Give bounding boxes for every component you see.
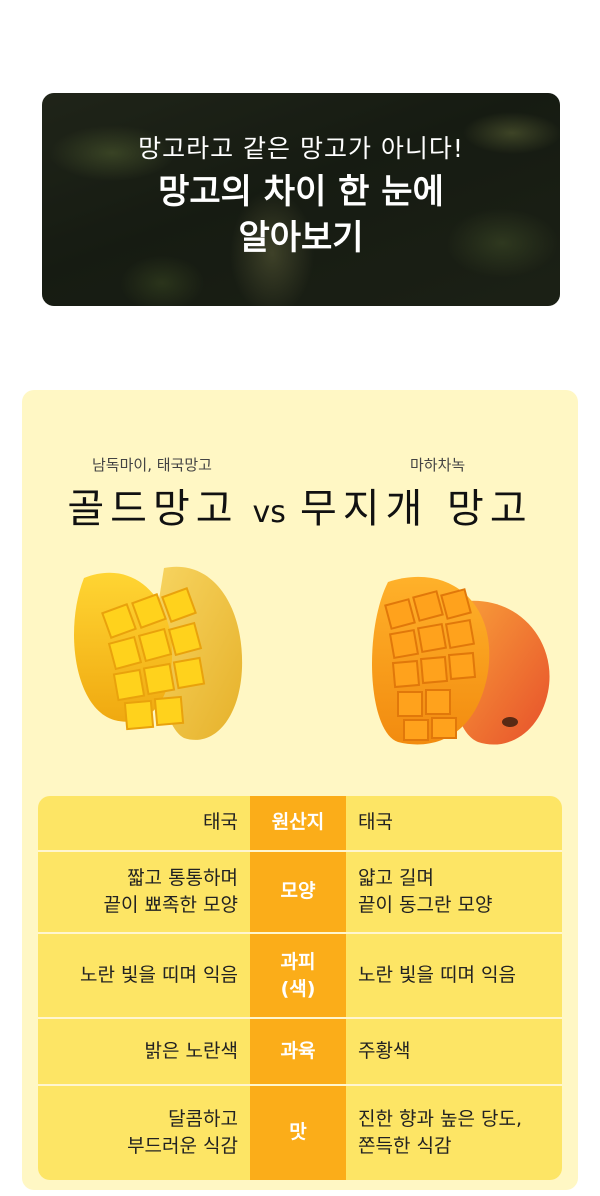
gold-shape: 짧고 통통하며 끝이 뾰족한 모양 bbox=[38, 850, 250, 934]
banner-subtitle: 망고라고 같은 망고가 아니다! bbox=[138, 134, 464, 163]
label-skin: 과피 (색) bbox=[250, 933, 346, 1019]
comparison-table: 태국 원산지 태국 짧고 통통하며 끝이 뾰족한 모양 모양 얇고 길며 끝이 … bbox=[38, 796, 562, 1180]
rainbow-mango-name: 무지개 망고 bbox=[299, 486, 533, 532]
row-taste: 달콤하고 부드러운 식감 맛 진한 향과 높은 당도, 쫀득한 식감 bbox=[38, 1084, 562, 1180]
label-taste: 맛 bbox=[250, 1084, 346, 1180]
gold-origin: 태국 bbox=[38, 796, 250, 851]
hero-banner: 망고라고 같은 망고가 아니다! 망고의 차이 한 눈에 알아보기 bbox=[42, 93, 560, 306]
rainbow-skin: 노란 빛을 띠며 익음 bbox=[346, 933, 562, 1019]
gold-taste: 달콤하고 부드러운 식감 bbox=[38, 1084, 250, 1180]
row-skin: 노란 빛을 띠며 익음 과피 (색) 노란 빛을 띠며 익음 bbox=[38, 933, 562, 1019]
mango-names: 골드망고 vs 무지개 망고 bbox=[22, 476, 578, 534]
rainbow-taste: 진한 향과 높은 당도, 쫀득한 식감 bbox=[346, 1084, 562, 1180]
rainbow-flesh: 주황색 bbox=[346, 1018, 562, 1085]
gold-mango-icon bbox=[74, 566, 243, 740]
rainbow-shape: 얇고 길며 끝이 동그란 모양 bbox=[346, 850, 562, 934]
label-shape: 모양 bbox=[250, 850, 346, 934]
rainbow-origin: 태국 bbox=[346, 796, 562, 851]
banner-title: 망고의 차이 한 눈에 알아보기 bbox=[158, 172, 444, 258]
gold-mango-alias: 남독마이, 태국망고 bbox=[92, 456, 212, 474]
rainbow-mango-icon bbox=[371, 576, 550, 745]
gold-mango-name: 골드망고 bbox=[67, 486, 239, 532]
gold-flesh: 밝은 노란색 bbox=[38, 1018, 250, 1085]
label-origin: 원산지 bbox=[250, 796, 346, 851]
row-flesh: 밝은 노란색 과육 주황색 bbox=[38, 1018, 562, 1085]
vs-label: vs bbox=[252, 495, 286, 530]
rainbow-mango-alias: 마하차녹 bbox=[410, 456, 466, 474]
comparison-card: 남독마이, 태국망고 마하차녹 골드망고 vs 무지개 망고 태국 원산지 태국… bbox=[22, 390, 578, 1190]
gold-skin: 노란 빛을 띠며 익음 bbox=[38, 933, 250, 1019]
row-origin: 태국 원산지 태국 bbox=[38, 796, 562, 851]
row-shape: 짧고 통통하며 끝이 뾰족한 모양 모양 얇고 길며 끝이 동그란 모양 bbox=[38, 850, 562, 934]
label-flesh: 과육 bbox=[250, 1018, 346, 1085]
